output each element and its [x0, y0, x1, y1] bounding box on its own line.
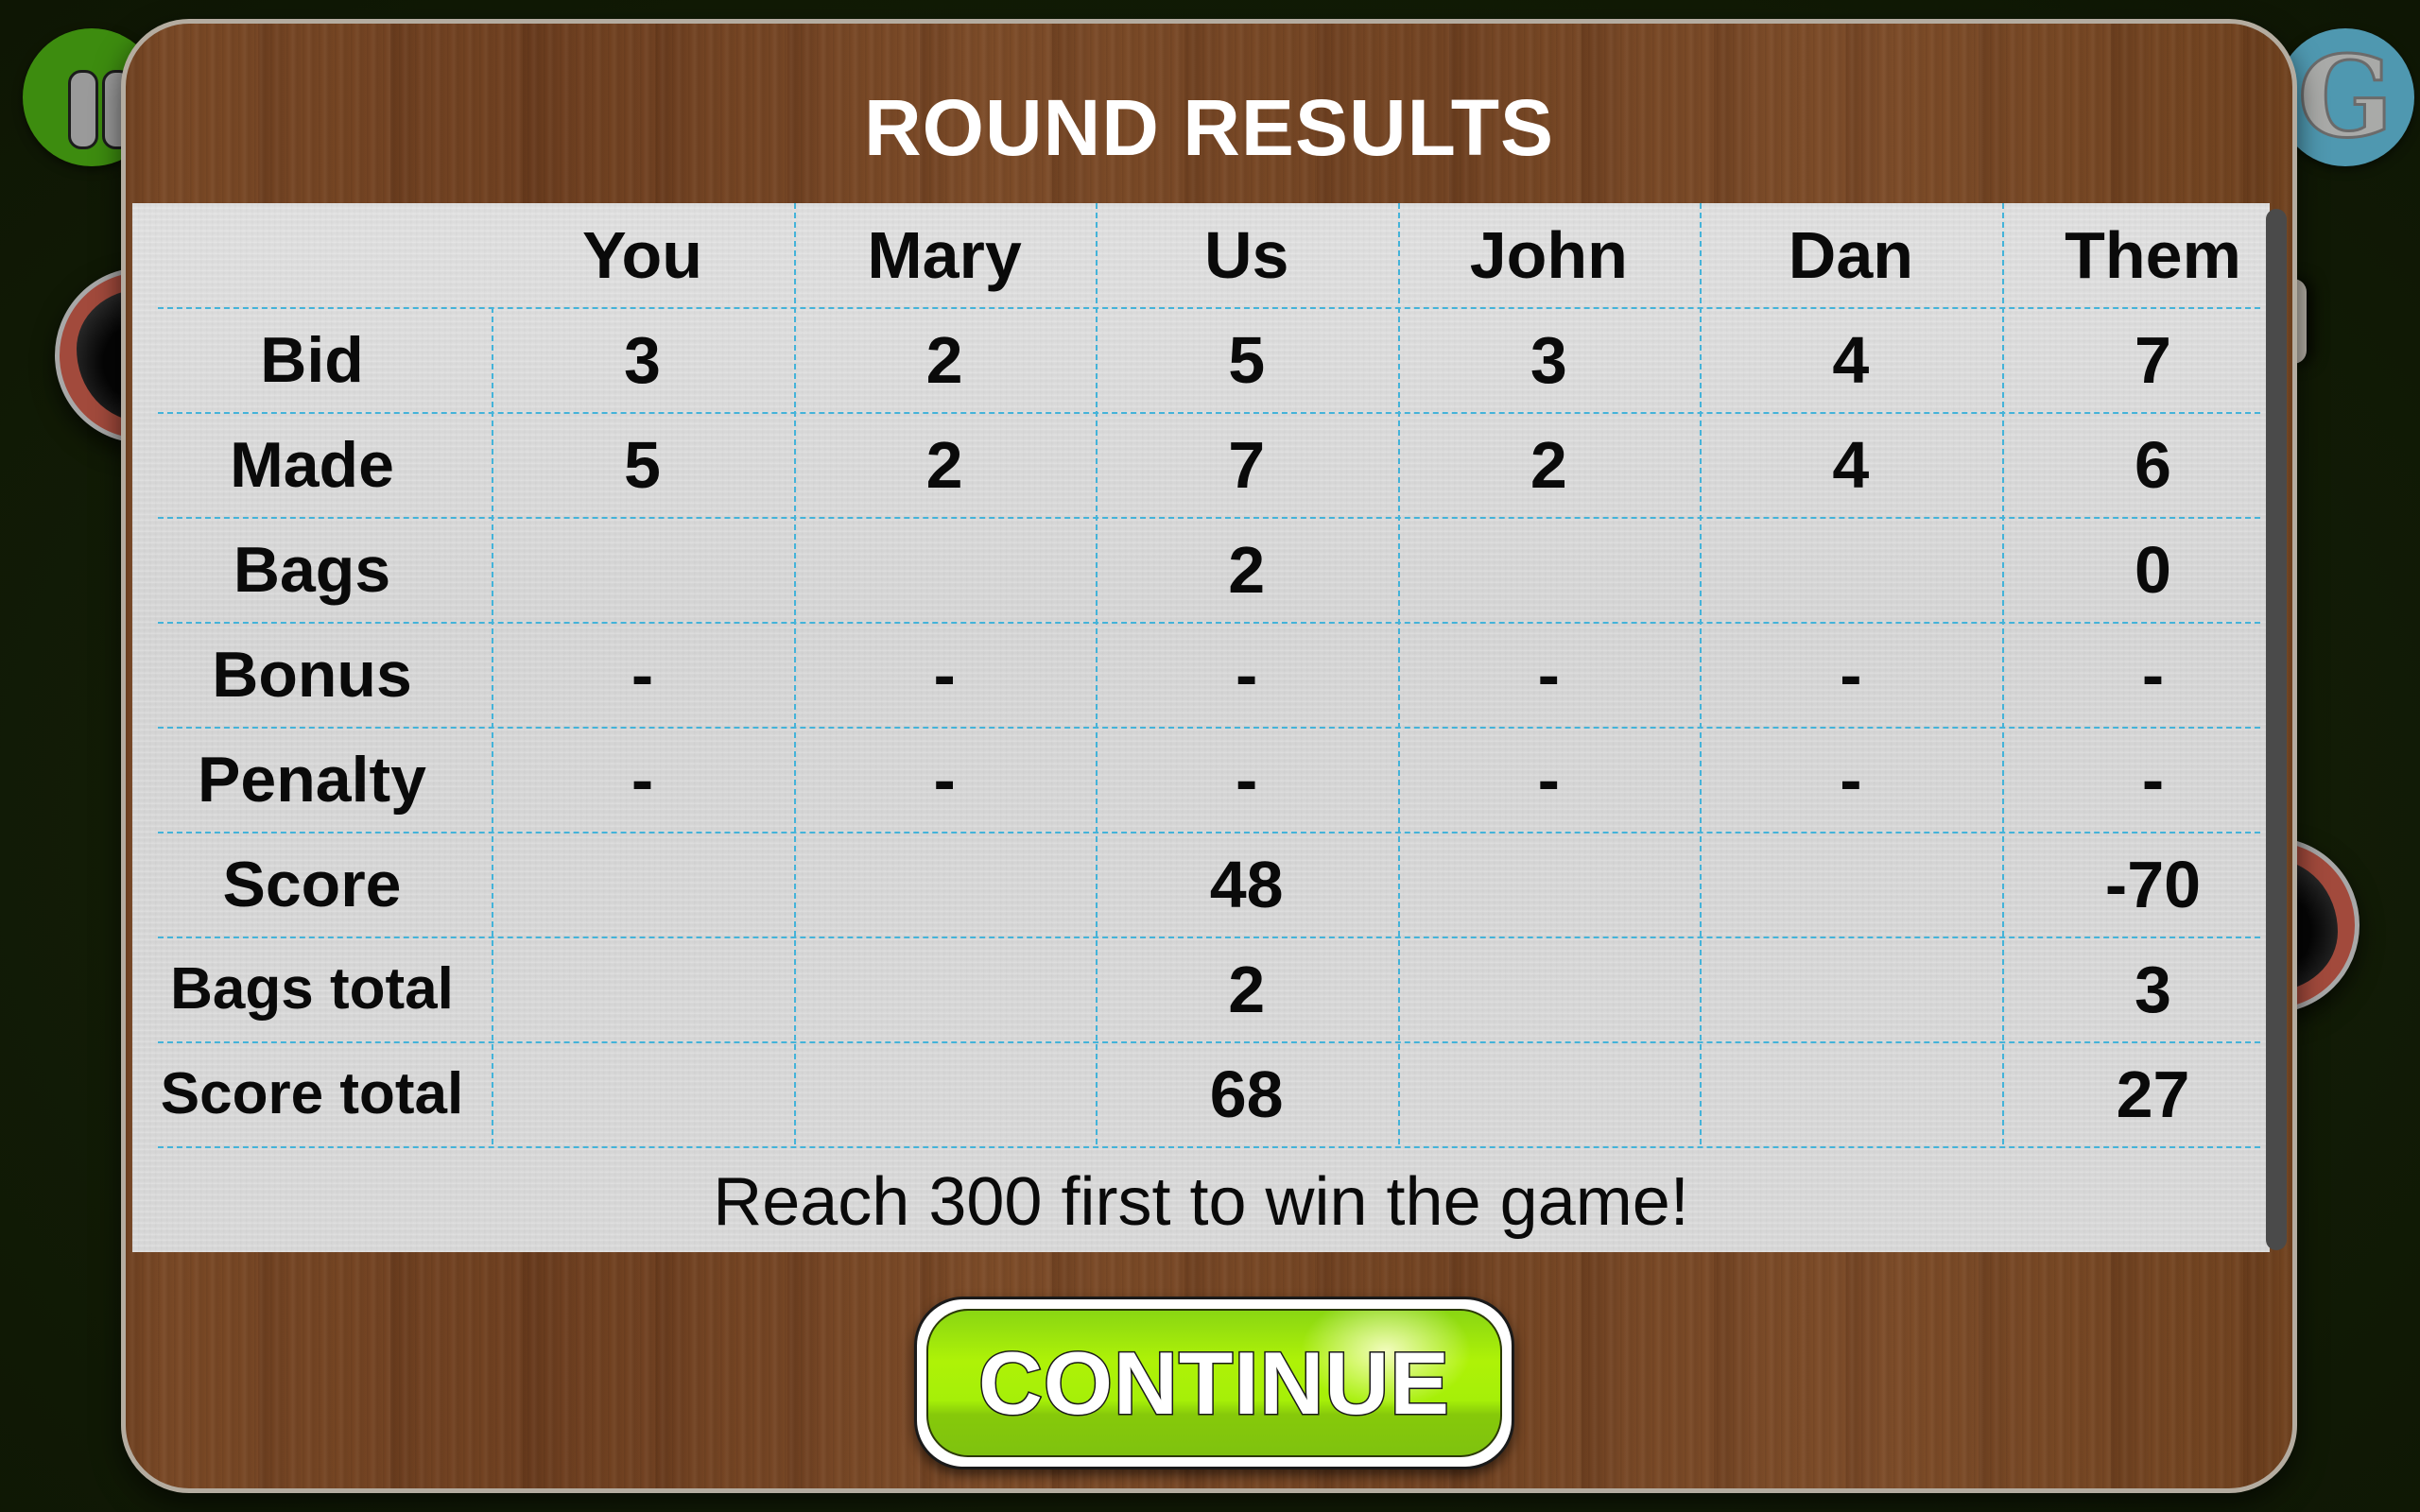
table-cell: 5 [1228, 322, 1266, 397]
continue-button-face: CONTINUE [926, 1309, 1502, 1457]
table-cell [794, 1041, 1096, 1146]
table-cell: 3 [2135, 952, 2171, 1026]
table-cell: 2 [1530, 427, 1567, 502]
grid-line-horizontal [158, 727, 2260, 729]
grid-line-vertical [492, 307, 493, 1144]
grid-line-vertical [1096, 203, 1098, 1144]
table-cell: 5 [624, 427, 661, 502]
row-label: Made [230, 428, 394, 501]
grid-line-horizontal [158, 517, 2260, 519]
table-cell: 48 [1209, 847, 1284, 921]
grid-line-horizontal [158, 622, 2260, 624]
pause-icon-bar [68, 70, 98, 149]
table-cell: - [1537, 742, 1560, 816]
table-cell: 4 [1832, 427, 1870, 502]
table-cell [492, 517, 793, 622]
column-header: Them [2065, 218, 2241, 292]
table-cell [794, 832, 1096, 936]
grid-line-vertical [1700, 203, 1703, 1144]
table-cell [1398, 517, 1700, 622]
grid-line-vertical [793, 203, 796, 1144]
table-cell: 3 [624, 322, 661, 397]
table-cell: - [631, 742, 654, 816]
table-cell: - [1236, 637, 1258, 712]
results-table: You Mary Us John Dan Them Bid 3 2 5 3 4 7 Made 5 2 7 2 4 6 B… [132, 203, 2270, 1252]
column-header: Dan [1788, 218, 1914, 292]
row-label: Penalty [198, 743, 426, 816]
table-cell: - [2141, 742, 2165, 816]
grid-line-horizontal [158, 1041, 2260, 1043]
row-label: Score total [160, 1061, 464, 1126]
continue-button[interactable]: CONTINUE [914, 1297, 1514, 1469]
table-cell [1700, 1041, 2001, 1146]
continue-label: CONTINUE [977, 1332, 1451, 1434]
round-results-dialog: ROUND RESULTS You Mary Us John Dan Them Bid 3 2 5… [121, 19, 2297, 1493]
table-cell: 2 [925, 427, 963, 502]
column-header: Mary [867, 218, 1022, 292]
table-cell: - [1840, 742, 1862, 816]
grid-line-horizontal [158, 832, 2260, 833]
grid-line-horizontal [158, 412, 2260, 414]
table-scrollbar[interactable] [2266, 209, 2287, 1250]
row-label: Bonus [212, 638, 412, 711]
table-cell [794, 517, 1096, 622]
column-header: Us [1203, 218, 1289, 292]
table-cell: 2 [1228, 952, 1266, 1026]
table-cell [1700, 517, 2001, 622]
win-condition-message: Reach 300 first to win the game! [713, 1164, 1689, 1240]
row-label: Score [222, 848, 402, 920]
row-label: Bags total [170, 956, 454, 1022]
table-cell: - [933, 637, 956, 712]
table-cell [492, 936, 793, 1041]
table-cell [1398, 832, 1700, 936]
table-cell: -70 [2104, 847, 2202, 921]
table-cell: 7 [1228, 427, 1266, 502]
column-header: John [1469, 218, 1628, 292]
table-cell [1398, 936, 1700, 1041]
table-cell [492, 832, 793, 936]
table-cell [492, 1041, 793, 1146]
table-cell: 0 [2135, 532, 2171, 607]
table-cell [1398, 1041, 1700, 1146]
table-cell: 7 [2135, 322, 2171, 397]
grid-line-horizontal [158, 936, 2260, 938]
table-cell: - [933, 742, 956, 816]
table-cell [1700, 832, 2001, 936]
grid-line-horizontal [158, 307, 2260, 309]
grid-line-horizontal [158, 1146, 2260, 1148]
table-cell [794, 936, 1096, 1041]
table-cell: - [631, 637, 654, 712]
table-cell: 27 [2116, 1057, 2190, 1131]
table-cell: 2 [925, 322, 963, 397]
table-cell: - [1236, 742, 1258, 816]
dialog-title: ROUND RESULTS [863, 83, 1555, 172]
table-cell: 3 [1530, 322, 1567, 397]
table-cell: 4 [1832, 322, 1870, 397]
table-cell: 68 [1209, 1057, 1284, 1131]
table-cell [1700, 936, 2001, 1041]
row-label: Bid [260, 323, 364, 396]
row-label: Bags [233, 533, 391, 606]
table-cell: - [1537, 637, 1560, 712]
table-cell: - [2141, 637, 2165, 712]
results-grid: You Mary Us John Dan Them Bid 3 2 5 3 4 7 Made 5 2 7 2 4 6 B… [132, 203, 2270, 1252]
grid-line-vertical [1397, 203, 1400, 1144]
grid-line-vertical [2002, 203, 2004, 1144]
table-cell: 6 [2135, 427, 2171, 502]
table-cell: - [1840, 637, 1862, 712]
column-header: You [581, 218, 702, 292]
table-cell: 2 [1228, 532, 1266, 607]
